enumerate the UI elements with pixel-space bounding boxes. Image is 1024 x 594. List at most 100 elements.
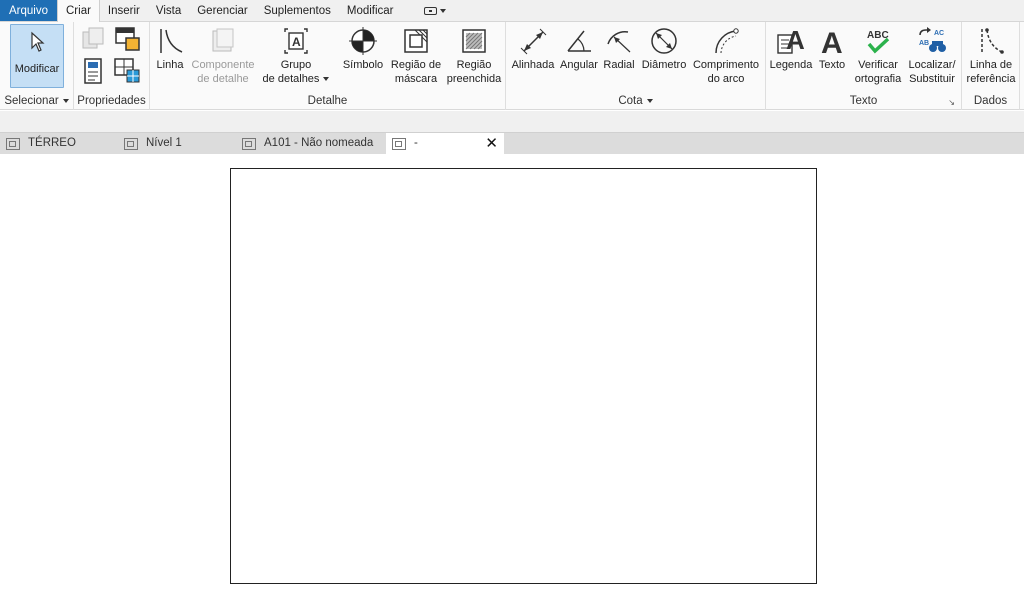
- radial-dimension-label: Radial: [603, 59, 635, 71]
- text-label: Texto: [818, 59, 846, 71]
- masking-region-button[interactable]: Região de máscara: [388, 24, 444, 90]
- spellcheck-label-1: Verificar: [858, 59, 898, 71]
- text-a-icon: A: [818, 24, 846, 58]
- text-button[interactable]: A Texto: [816, 24, 848, 90]
- view-tab-label: -: [414, 137, 418, 149]
- drafting-view-icon: [392, 137, 406, 150]
- ribbon: Modificar Selecionar Propriedades Linha …: [0, 22, 1024, 110]
- filled-region-button[interactable]: Região preenchida: [446, 24, 502, 90]
- panel-texto: A Legenda A Texto ABC Verificar ortograf…: [766, 22, 962, 110]
- menu-bar: Arquivo Criar Inserir Vista Gerenciar Su…: [0, 0, 1024, 22]
- legend-button[interactable]: A Legenda: [768, 24, 814, 90]
- aligned-dimension-label: Alinhada: [511, 59, 555, 71]
- type-properties-icon[interactable]: [78, 24, 108, 54]
- panel-label-propriedades: Propriedades: [74, 92, 149, 110]
- diameter-dimension-button[interactable]: Diâmetro: [638, 24, 690, 90]
- view-tab-label: A101 - Não nomeada: [264, 137, 374, 149]
- masking-region-icon: [401, 24, 431, 58]
- close-icon[interactable]: ✕: [485, 133, 498, 154]
- svg-text:A: A: [292, 35, 301, 49]
- view-toggle-icon: [423, 6, 437, 15]
- angular-dimension-button[interactable]: Angular: [558, 24, 600, 90]
- panel-label-cota[interactable]: Cota: [506, 92, 765, 110]
- tab-criar[interactable]: Criar: [57, 0, 100, 22]
- detail-component-button[interactable]: Componente de detalhe: [188, 24, 258, 90]
- aligned-dimension-button[interactable]: Alinhada: [509, 24, 557, 90]
- arc-length-label-1: Comprimento: [692, 59, 760, 71]
- family-types-icon[interactable]: [112, 24, 142, 54]
- tab-suplementos[interactable]: Suplementos: [256, 0, 339, 21]
- panel-propriedades: Propriedades: [74, 22, 150, 110]
- panel-label-texto: Texto: [766, 92, 961, 110]
- find-replace-label-2: Substituir: [909, 73, 955, 85]
- floor-plan-icon: [124, 137, 138, 150]
- view-tab-terreo[interactable]: TÉRREO: [0, 133, 118, 154]
- detail-line-button[interactable]: Linha: [154, 24, 186, 90]
- symbol-label: Símbolo: [342, 59, 384, 71]
- floor-plan-icon: [6, 137, 20, 150]
- modify-button[interactable]: Modificar: [10, 24, 64, 88]
- arc-length-label-2: do arco: [707, 73, 745, 85]
- reference-line-icon: [976, 24, 1006, 58]
- detail-line-label: Linha: [156, 59, 184, 71]
- panel-label-detalhe: Detalhe: [150, 92, 505, 110]
- tab-vista[interactable]: Vista: [148, 0, 189, 21]
- detail-component-label-1: Componente: [191, 59, 255, 71]
- contextual-tab-dropdown[interactable]: [402, 0, 454, 21]
- drawing-canvas[interactable]: [0, 154, 1024, 594]
- spellcheck-label-2: ortografia: [854, 73, 902, 85]
- modify-label: Modificar: [14, 63, 60, 75]
- chevron-down-icon: [439, 8, 446, 13]
- tab-modificar[interactable]: Modificar: [339, 0, 402, 21]
- filled-region-icon: [459, 24, 489, 58]
- dialog-launcher-icon[interactable]: ↘: [948, 98, 955, 107]
- reference-line-label-1: Linha de: [969, 59, 1013, 71]
- masking-region-label-1: Região de: [390, 59, 442, 71]
- angular-dimension-label: Angular: [560, 59, 598, 71]
- view-tab-nivel-1[interactable]: Nível 1: [118, 133, 236, 154]
- sheet-icon: [242, 137, 256, 150]
- legend-label: Legenda: [769, 59, 813, 71]
- filled-region-label-1: Região: [456, 59, 492, 71]
- dados-label: Dados: [973, 95, 1008, 107]
- find-replace-icon: AC AB: [916, 24, 948, 58]
- panel-detalhe: Linha Componente de detalhe A Grupo de d…: [150, 22, 506, 110]
- detail-group-label-2: de detalhes: [262, 73, 320, 85]
- masking-region-label-2: máscara: [394, 73, 438, 85]
- detail-group-button[interactable]: A Grupo de detalhes: [262, 24, 330, 90]
- type-catalog-icon[interactable]: [112, 56, 142, 86]
- tab-inserir[interactable]: Inserir: [100, 0, 148, 21]
- cursor-arrow-icon: [27, 25, 47, 59]
- properties-icon[interactable]: [78, 56, 108, 86]
- view-tab-drafting-active[interactable]: - ✕: [386, 133, 504, 154]
- angular-dimension-icon: [564, 24, 594, 58]
- spellcheck-icon: ABC: [863, 24, 893, 58]
- propriedades-label: Propriedades: [77, 95, 146, 107]
- diameter-dimension-icon: [649, 24, 679, 58]
- chevron-down-icon: [646, 99, 653, 103]
- reference-line-button[interactable]: Linha de referência: [964, 24, 1018, 90]
- options-bar: [0, 111, 1024, 133]
- radial-dimension-button[interactable]: Radial: [602, 24, 636, 90]
- find-replace-ac-text: AC: [934, 30, 944, 37]
- detail-component-label-2: de detalhe: [197, 73, 249, 85]
- svg-text:A: A: [821, 27, 843, 57]
- spellcheck-button[interactable]: ABC Verificar ortografia: [852, 24, 904, 90]
- view-crop-region[interactable]: [230, 168, 817, 584]
- texto-label: Texto: [849, 95, 878, 107]
- aligned-dimension-icon: [518, 24, 548, 58]
- arc-length-icon: [711, 24, 741, 58]
- legend-icon: A: [775, 24, 807, 58]
- symbol-button[interactable]: Símbolo: [340, 24, 386, 90]
- chevron-down-icon[interactable]: [323, 77, 330, 81]
- panel-label-selecionar[interactable]: Selecionar: [0, 92, 73, 110]
- detail-line-icon: [156, 24, 184, 58]
- tab-arquivo[interactable]: Arquivo: [0, 0, 57, 21]
- view-tab-a101[interactable]: A101 - Não nomeada: [236, 133, 386, 154]
- tab-gerenciar[interactable]: Gerenciar: [189, 0, 256, 21]
- symbol-icon: [348, 24, 378, 58]
- view-tabs: TÉRREO Nível 1 A101 - Não nomeada - ✕: [0, 133, 1024, 154]
- panel-selecionar: Modificar Selecionar: [0, 22, 74, 110]
- find-replace-button[interactable]: AC AB Localizar/ Substituir: [906, 24, 958, 90]
- arc-length-dimension-button[interactable]: Comprimento do arco: [690, 24, 762, 90]
